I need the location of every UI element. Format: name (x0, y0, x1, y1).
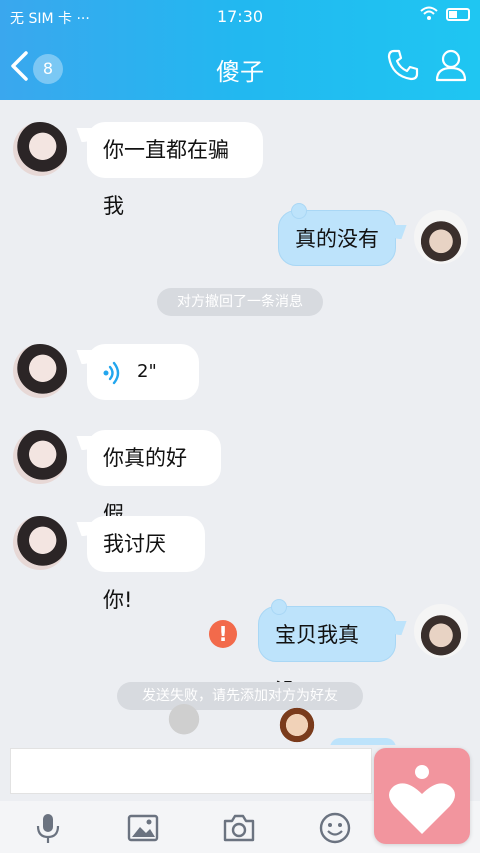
system-notice-recalled: 对方撤回了一条消息 (157, 288, 323, 316)
status-bar: 无 SIM 卡 ··· 17:30 (0, 0, 480, 34)
status-time: 17:30 (216, 7, 264, 26)
message-text: 你真的好假 (103, 446, 187, 526)
heart-person-icon (389, 765, 455, 834)
phone-icon[interactable] (386, 48, 420, 82)
message-text: 你一直都在骗我 (103, 138, 229, 218)
message-bubble-incoming[interactable]: 我讨厌你! (87, 516, 205, 612)
image-icon[interactable] (126, 811, 160, 845)
contact-avatar[interactable] (13, 430, 67, 484)
voice-message-bubble[interactable]: 2" (87, 344, 199, 400)
battery-icon (446, 7, 470, 21)
profile-icon[interactable] (434, 48, 468, 82)
notice-text: 对方撤回了一条消息 (177, 294, 303, 310)
message-bubble-outgoing[interactable]: 真的没有 (278, 203, 396, 266)
message-input[interactable] (10, 748, 372, 794)
contact-avatar[interactable] (13, 516, 67, 570)
my-avatar[interactable] (414, 604, 468, 658)
message-bubble-incoming[interactable]: 你真的好假 (87, 430, 221, 526)
message-bubble-outgoing-failed[interactable]: 宝贝我真没 (258, 599, 396, 703)
message-text: 真的没有 (295, 227, 379, 251)
chat-header: 无 SIM 卡 ··· 17:30 8 傻子 (0, 0, 480, 100)
system-notice-send-failed: 发送失败，请先添加对方为好友 (117, 682, 363, 710)
microphone-icon[interactable] (31, 811, 65, 845)
contact-avatar[interactable] (13, 122, 67, 176)
floating-heart-button[interactable] (374, 748, 470, 844)
contact-avatar[interactable] (13, 344, 67, 398)
voice-duration: 2" (137, 361, 157, 382)
camera-icon[interactable] (222, 811, 256, 845)
message-text: 我讨厌你! (103, 532, 166, 612)
voice-wave-icon (103, 361, 120, 385)
emoji-icon[interactable] (318, 811, 352, 845)
message-bubble-incoming[interactable]: 你一直都在骗我 (87, 122, 263, 218)
send-failed-icon[interactable]: ! (209, 620, 237, 648)
sticker-image[interactable] (160, 700, 208, 748)
my-avatar[interactable] (414, 210, 468, 264)
wifi-icon (420, 6, 438, 20)
status-icons (420, 6, 470, 22)
sticker-image[interactable] (272, 702, 322, 748)
nav-bar: 8 傻子 (0, 34, 480, 100)
